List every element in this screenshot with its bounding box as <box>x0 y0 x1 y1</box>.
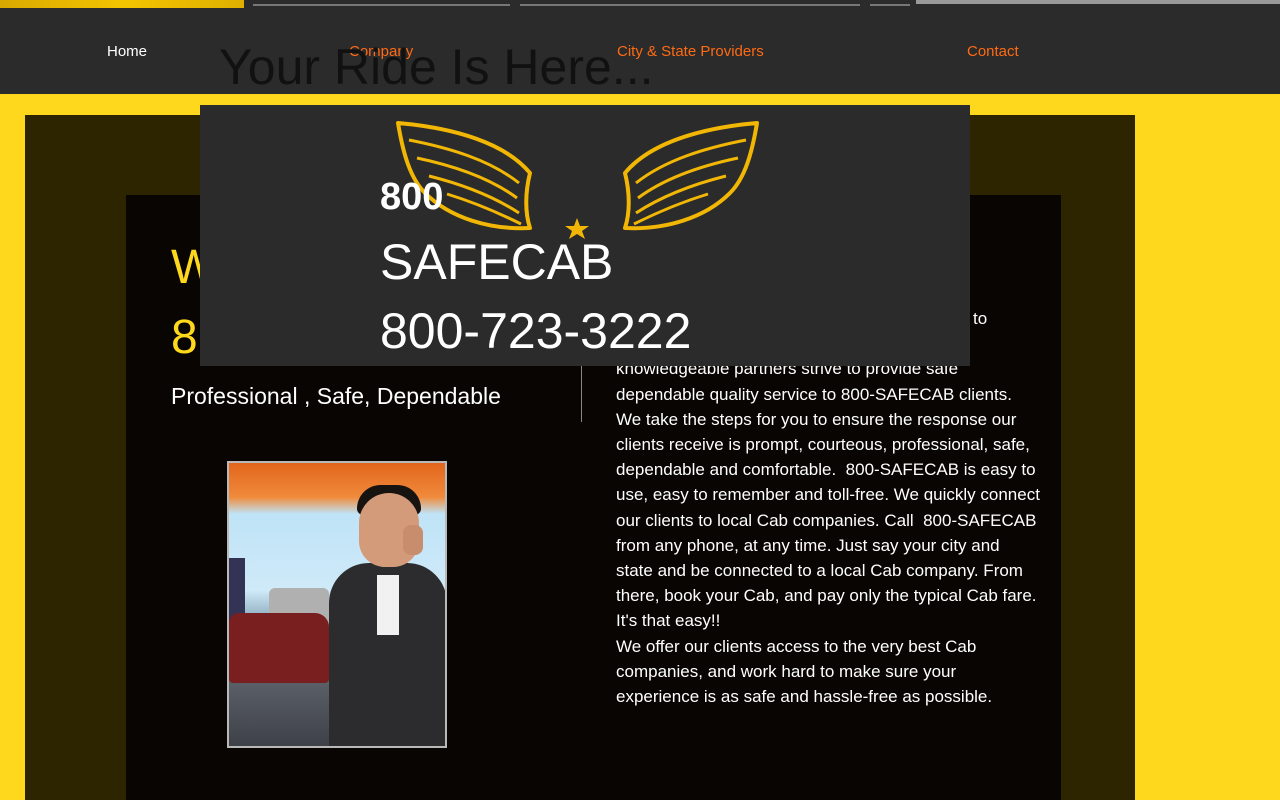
welcome-heading-line2: 8 <box>171 311 198 364</box>
strip-divider <box>520 4 860 6</box>
winged-star-logo-icon <box>396 121 759 239</box>
businessman-photo <box>227 461 447 748</box>
vertical-divider <box>581 366 582 422</box>
logo-800-text: 800 <box>380 176 444 218</box>
strip-divider <box>870 4 910 6</box>
nav-link-contact[interactable]: Contact <box>967 43 1019 60</box>
nav-link-home[interactable]: Home <box>107 43 147 60</box>
slogan-text: Professional , Safe, Dependable <box>171 383 501 409</box>
header-banner-image-right <box>916 0 1280 4</box>
about-paragraph-2: We offer our clients access to the very … <box>616 636 993 707</box>
logo-phone-number[interactable]: 800-723-3222 <box>380 302 691 360</box>
navbar: Home Company City & State Providers Cont… <box>0 8 1280 95</box>
about-text: to our providers. Our professional & kno… <box>616 306 1041 709</box>
logo-brand-name: SAFECAB <box>380 234 614 290</box>
strip-divider <box>253 4 510 6</box>
tagline-heading: Your Ride Is Here... <box>219 39 654 95</box>
